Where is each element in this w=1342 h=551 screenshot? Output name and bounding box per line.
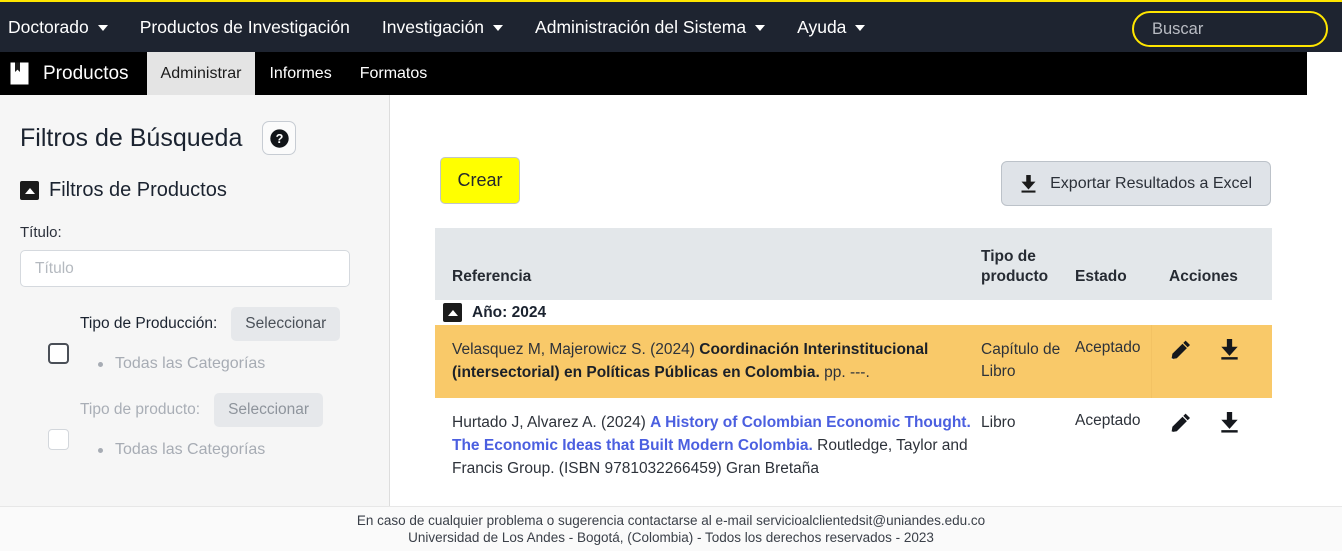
nav-item-administracion-del-sistema[interactable]: Administración del Sistema: [519, 1, 781, 53]
category-item-todas-las-categorias-produccion[interactable]: Todas las Categorías: [20, 355, 369, 373]
top-nav-items: Doctorado Productos de Investigación Inv…: [0, 1, 881, 53]
pencil-icon[interactable]: [1170, 412, 1192, 434]
cell-tipo-de-producto: Capítulo de Libro: [981, 341, 1061, 381]
collapse-up-icon[interactable]: [20, 181, 39, 200]
column-header-line1: Tipo de: [981, 248, 1036, 266]
chevron-down-icon: [97, 25, 108, 31]
tab-label: Informes: [269, 64, 332, 82]
titulo-field-label: Título:: [20, 224, 62, 241]
checkbox-tipo-de-produccion[interactable]: [48, 343, 69, 364]
module-brand: Productos: [0, 52, 147, 95]
nav-item-label: Doctorado: [8, 17, 89, 37]
content-toolbar: Crear Exportar Resultados a Excel: [391, 95, 1342, 206]
main-content: Crear Exportar Resultados a Excel Refere…: [391, 95, 1342, 506]
cell-estado: Aceptado: [1075, 339, 1141, 356]
tab-informes[interactable]: Informes: [255, 52, 345, 95]
bullet-icon: [98, 447, 103, 453]
module-nav-bar: Productos Administrar Informes Formatos: [0, 52, 1307, 95]
column-header-estado: Estado: [1075, 267, 1127, 285]
checkbox-tipo-de-producto[interactable]: [48, 429, 69, 450]
reference-pages: pp. ---.: [819, 364, 870, 382]
seleccionar-button-tipo-de-produccion[interactable]: Seleccionar: [231, 307, 341, 341]
column-header-line2: producto: [981, 267, 1049, 285]
cell-acciones: [1151, 325, 1272, 403]
create-button[interactable]: Crear: [440, 157, 520, 204]
download-icon: [1021, 174, 1036, 193]
products-table: Referencia Tipo de producto Estado Accio…: [435, 228, 1272, 494]
footer-contact-line: En caso de cualquier problema o sugerenc…: [356, 513, 986, 528]
chevron-down-icon: [755, 25, 766, 31]
nav-item-label: Investigación: [381, 17, 485, 37]
page-footer: En caso de cualquier problema o sugerenc…: [0, 506, 1342, 551]
search-input[interactable]: [1150, 18, 1342, 40]
nav-item-investigacion[interactable]: Investigación: [366, 1, 519, 53]
category-label: Todas las Categorías: [115, 355, 266, 372]
table-row[interactable]: Hurtado J, Alvarez A. (2024) A History o…: [435, 397, 1272, 494]
nav-item-label: Productos de Investigación: [139, 17, 350, 37]
tab-label: Administrar: [160, 64, 242, 82]
chevron-down-icon: [493, 25, 504, 31]
question-circle-icon: ?: [270, 128, 289, 148]
download-icon[interactable]: [1219, 339, 1240, 360]
section-label: Filtros de Productos: [49, 179, 227, 201]
page-root: Doctorado Productos de Investigación Inv…: [0, 0, 1342, 551]
nav-item-label: Administración del Sistema: [535, 17, 747, 37]
tab-administrar[interactable]: Administrar: [146, 52, 256, 95]
cell-referencia: Velasquez M, Majerowicz S. (2024) Coordi…: [452, 338, 981, 385]
search-filters-sidebar: Filtros de Búsqueda ? Filtros de Product…: [0, 95, 390, 506]
filter-row: Tipo de producto: Seleccionar: [20, 393, 369, 427]
filter-tipo-de-produccion: Tipo de Producción: Seleccionar Todas la…: [20, 307, 369, 373]
filter-label: Tipo de Producción:: [80, 315, 218, 332]
top-navigation-bar: Doctorado Productos de Investigación Inv…: [0, 0, 1342, 52]
column-header-referencia: Referencia: [452, 267, 532, 285]
sidebar-header: Filtros de Búsqueda ?: [20, 121, 369, 155]
year-group-label: Año: 2024: [472, 303, 547, 321]
seleccionar-button-tipo-de-producto[interactable]: Seleccionar: [214, 393, 324, 427]
category-item-todas-las-categorias-producto[interactable]: Todas las Categorías: [20, 441, 369, 459]
category-label: Todas las Categorías: [115, 441, 266, 458]
column-header-tipo-de-producto: Tipo de producto: [981, 247, 1071, 286]
cell-referencia: Hurtado J, Alvarez A. (2024) A History o…: [452, 411, 981, 481]
chevron-down-icon: [855, 25, 866, 31]
nav-item-ayuda[interactable]: Ayuda: [781, 1, 881, 53]
nav-item-productos-de-investigacion[interactable]: Productos de Investigación: [124, 1, 366, 53]
module-brand-label: Productos: [43, 62, 129, 84]
cell-acciones: [1169, 411, 1272, 481]
filter-label: Tipo de producto:: [80, 401, 201, 418]
column-header-acciones: Acciones: [1169, 267, 1238, 285]
tab-formatos[interactable]: Formatos: [346, 52, 442, 95]
titulo-input[interactable]: [20, 250, 350, 287]
table-header-row: Referencia Tipo de producto Estado Accio…: [435, 228, 1272, 300]
help-button[interactable]: ?: [262, 121, 297, 155]
reference-authors: Hurtado J, Alvarez A. (2024): [452, 413, 651, 431]
export-button-label: Exportar Resultados a Excel: [1050, 174, 1252, 192]
filter-row: Tipo de Producción: Seleccionar: [20, 307, 369, 341]
book-bookmark-icon: [10, 62, 29, 85]
reference-authors: Velasquez M, Majerowicz S. (2024): [452, 341, 700, 358]
pencil-icon[interactable]: [1170, 339, 1192, 361]
global-search-box[interactable]: [1132, 11, 1342, 47]
export-to-excel-button[interactable]: Exportar Resultados a Excel: [1001, 161, 1271, 206]
sidebar-title: Filtros de Búsqueda: [20, 123, 243, 152]
table-row[interactable]: Velasquez M, Majerowicz S. (2024) Coordi…: [435, 325, 1272, 403]
bullet-icon: [98, 361, 103, 367]
nav-item-label: Ayuda: [797, 17, 847, 37]
tab-label: Formatos: [359, 64, 428, 82]
cell-estado: Aceptado: [1075, 411, 1141, 429]
nav-item-doctorado[interactable]: Doctorado: [0, 1, 124, 53]
year-group-row[interactable]: Año: 2024: [435, 300, 1272, 325]
cell-tipo-de-producto: Libro: [981, 413, 1016, 431]
filter-tipo-de-producto: Tipo de producto: Seleccionar Todas las …: [20, 393, 369, 459]
svg-text:?: ?: [275, 132, 283, 146]
download-icon[interactable]: [1219, 411, 1240, 433]
filtros-de-productos-section[interactable]: Filtros de Productos: [20, 179, 369, 202]
collapse-up-icon[interactable]: [443, 303, 462, 322]
footer-copyright-line: Universidad de Los Andes - Bogotá, (Colo…: [408, 530, 934, 545]
